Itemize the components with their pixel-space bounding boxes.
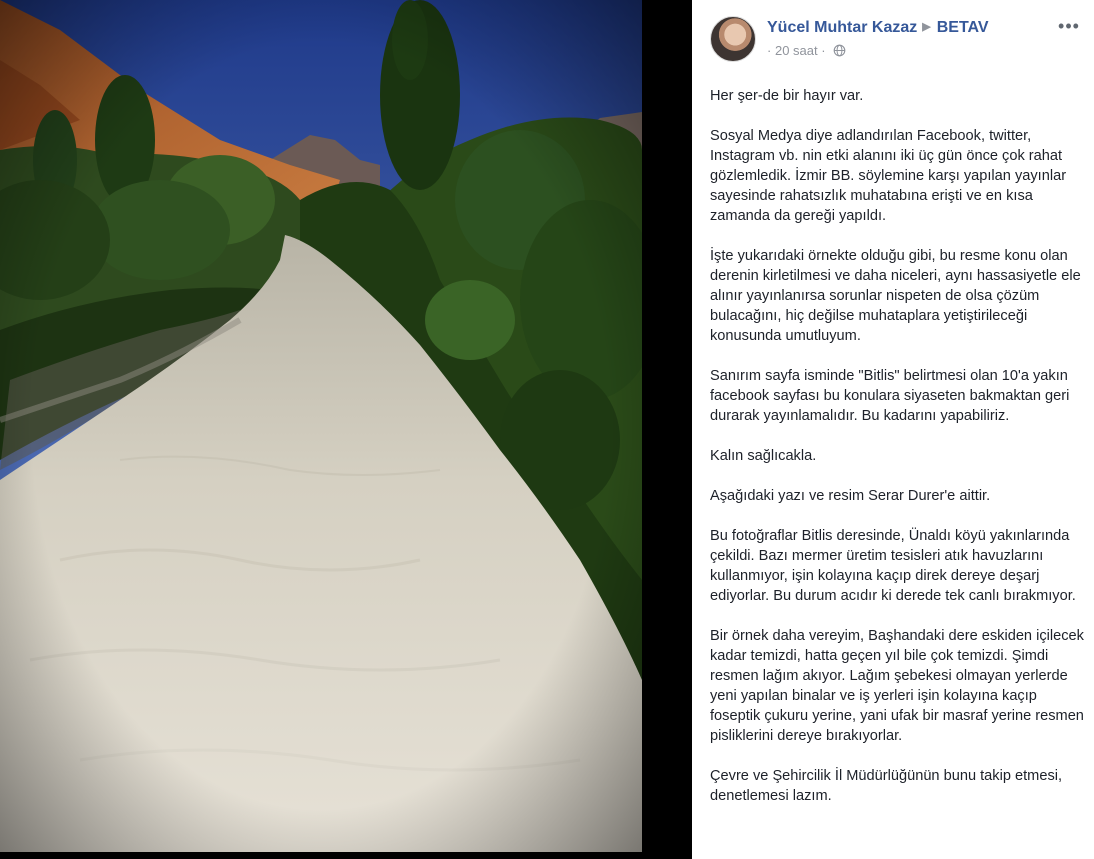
group-name-link[interactable]: BETAV xyxy=(937,19,989,36)
author-name-link[interactable]: Yücel Muhtar Kazaz xyxy=(767,19,917,36)
author-line: Yücel Muhtar Kazaz ▶ BETAV xyxy=(767,19,989,37)
post-paragraph: Sanırım sayfa isminde "Bitlis" belirtmes… xyxy=(710,368,1070,424)
post-paragraph: Çevre ve Şehircilik İl Müdürlüğünün bunu… xyxy=(710,768,1063,804)
post-paragraph: İşte yukarıdaki örnekte olduğu gibi, bu … xyxy=(710,248,1081,344)
post-paragraph: Bir örnek daha vereyim, Başhandaki dere … xyxy=(710,628,1084,744)
arrow-right-icon: ▶ xyxy=(922,21,931,33)
meta-dot: · xyxy=(821,43,826,58)
post-text: Her şer-de bir hayır var. Sosyal Medya d… xyxy=(710,86,1086,826)
photo-viewer[interactable] xyxy=(0,0,692,859)
post-meta: · 20 saat · xyxy=(767,43,846,60)
post-paragraph: Her şer-de bir hayır var. xyxy=(710,88,864,104)
avatar[interactable] xyxy=(710,16,756,62)
globe-icon[interactable] xyxy=(833,44,846,60)
post-paragraph: Sosyal Medya diye adlandırılan Facebook,… xyxy=(710,128,1067,224)
post-paragraph: Kalın sağlıcakla. xyxy=(710,448,817,464)
post-paragraph: Bu fotoğraflar Bitlis deresinde, Ünaldı … xyxy=(710,528,1076,604)
post-paragraph: Aşağıdaki yazı ve resim Serar Durer'e ai… xyxy=(710,488,991,504)
river-photo[interactable] xyxy=(0,0,642,852)
meta-dot: · xyxy=(767,43,772,58)
post-header: Yücel Muhtar Kazaz ▶ BETAV · 20 saat · ••• xyxy=(710,16,1082,62)
post-panel: Yücel Muhtar Kazaz ▶ BETAV · 20 saat · •••… xyxy=(692,0,1094,859)
more-options-icon[interactable]: ••• xyxy=(1056,16,1082,38)
post-timestamp[interactable]: 20 saat xyxy=(775,43,818,58)
